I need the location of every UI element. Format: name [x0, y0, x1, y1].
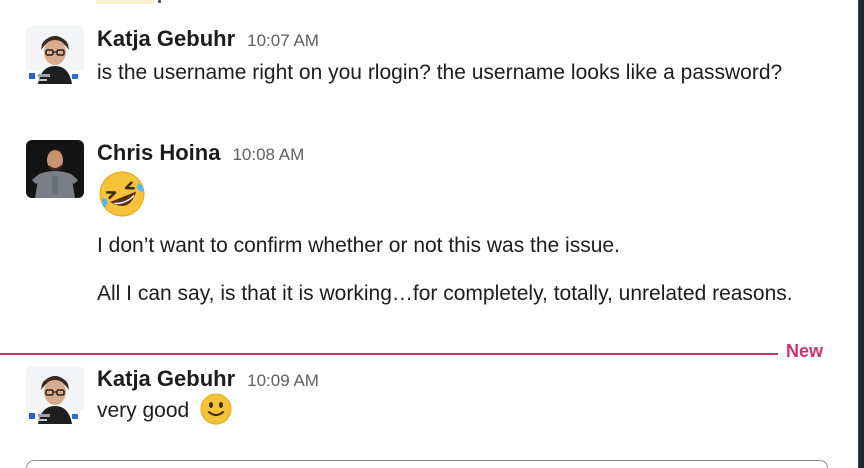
- avatar[interactable]: [26, 26, 84, 84]
- window-edge: [858, 0, 864, 468]
- previous-message-highlight: [96, 0, 154, 4]
- emoji-line: [97, 169, 797, 221]
- message-paragraph: All I can say, is that it is working…for…: [97, 282, 793, 305]
- avatar[interactable]: [26, 140, 84, 198]
- message-paragraph: very good: [97, 399, 190, 422]
- timestamp[interactable]: 10:07 AM: [247, 31, 319, 51]
- katja-avatar-image: [26, 26, 84, 84]
- avatar[interactable]: [26, 366, 84, 424]
- message-paragraph: I don’t want to confirm whether or not t…: [97, 234, 620, 257]
- message-content: Chris Hoina 10:08 AM I don’t want to con…: [97, 140, 797, 310]
- timestamp[interactable]: 10:09 AM: [247, 371, 319, 391]
- message-header: Katja Gebuhr 10:09 AM: [97, 366, 797, 392]
- message-paragraph: is the username right on you rlogin? the…: [97, 61, 783, 84]
- rolling-on-floor-laughing-emoji[interactable]: [97, 169, 147, 219]
- message-text: is the username right on you rlogin? the…: [97, 56, 797, 89]
- sender-name[interactable]: Katja Gebuhr: [97, 366, 235, 392]
- previous-message-punctuation: [158, 0, 161, 3]
- message-content: Katja Gebuhr 10:07 AM is the username ri…: [97, 26, 797, 89]
- message-composer[interactable]: [26, 460, 828, 468]
- message-text: I don’t want to confirm whether or not t…: [97, 169, 797, 310]
- message-content: Katja Gebuhr 10:09 AM very good: [97, 366, 797, 427]
- message-header: Chris Hoina 10:08 AM: [97, 140, 797, 166]
- new-messages-label: New: [786, 341, 824, 361]
- new-messages-divider: [0, 353, 778, 355]
- katja-avatar-image: [26, 366, 84, 424]
- sender-name[interactable]: Katja Gebuhr: [97, 26, 235, 52]
- chris-avatar-image: [26, 140, 84, 198]
- message-header: Katja Gebuhr 10:07 AM: [97, 26, 797, 52]
- sender-name[interactable]: Chris Hoina: [97, 140, 220, 166]
- slightly-smiling-face-emoji[interactable]: [199, 392, 233, 426]
- chat-window: Katja Gebuhr 10:07 AM is the username ri…: [0, 0, 864, 468]
- timestamp[interactable]: 10:08 AM: [232, 145, 304, 165]
- message-text: very good: [97, 392, 797, 427]
